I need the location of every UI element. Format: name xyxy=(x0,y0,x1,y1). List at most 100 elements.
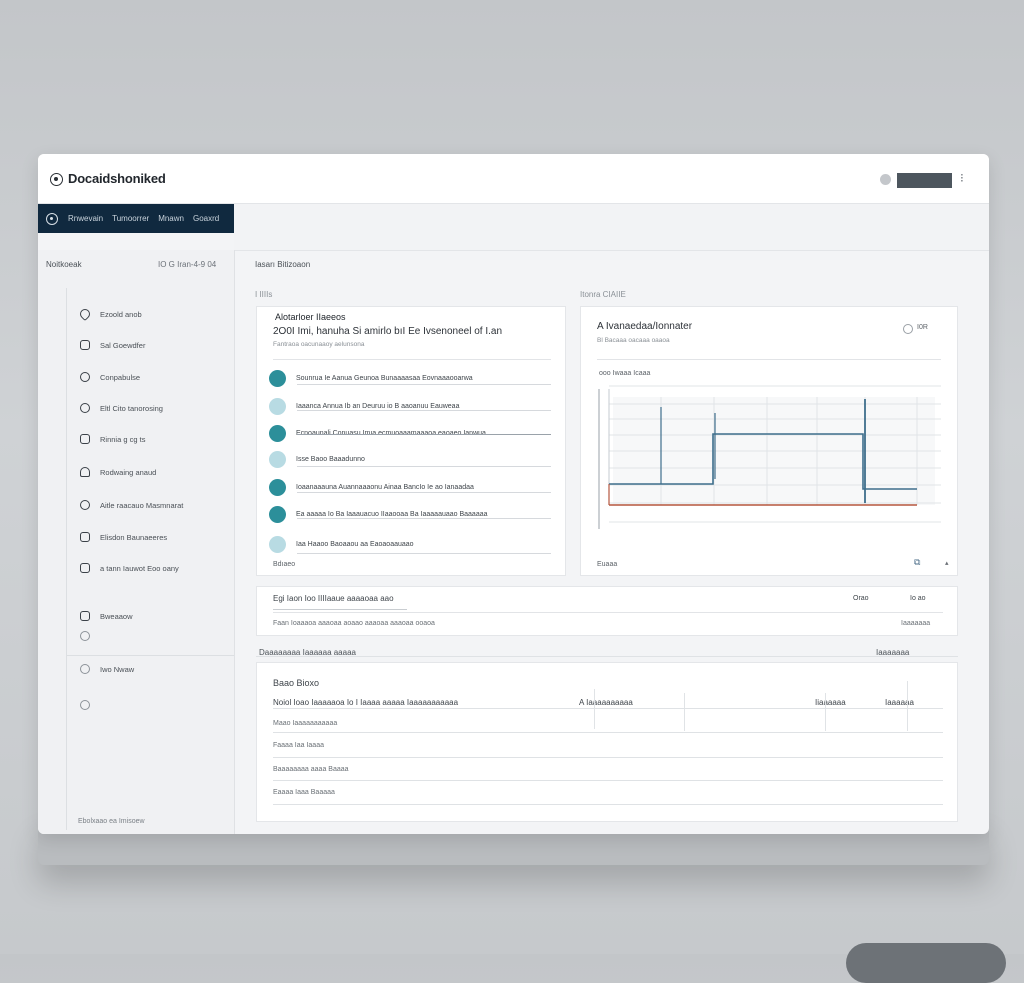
column-divider xyxy=(907,681,908,731)
divider xyxy=(273,609,407,610)
sidebar-item-5[interactable]: Rinnia g cg ts xyxy=(80,432,145,446)
table-header-4[interactable]: Iaaaaaa xyxy=(885,698,914,707)
activity-avatar-icon xyxy=(269,535,286,553)
activity-item[interactable]: Iaaanca Annua Ib an Deuruu io B aaoanuu … xyxy=(269,395,553,417)
sidebar-bottom-item-1[interactable]: Bweaaow xyxy=(80,609,133,623)
sidebar-item-1[interactable]: Ezoold anob xyxy=(77,306,142,322)
sidebar-rail xyxy=(66,288,67,830)
activity-avatar-icon xyxy=(269,397,286,415)
sidebar-bottom-item-4[interactable] xyxy=(80,698,100,712)
activity-card-subtitle: 2O0I Imi, hanuha Si amirlo bıI Ee Ivseno… xyxy=(273,326,503,337)
table-row-divider xyxy=(273,732,943,733)
activity-text: Sounrua Ie Aanua Geunoa Bunaaaasaa Eovna… xyxy=(296,374,473,382)
sidebar-header-meta: IO G Iran-4-9 04 xyxy=(158,260,217,269)
sidebar-bottom-item-3[interactable]: Iwo Nwaw xyxy=(80,662,134,676)
divider xyxy=(256,656,958,657)
sidebar: Noitkoeak IO G Iran-4-9 04 Ezoold anob S… xyxy=(38,250,235,834)
table-header-1[interactable]: Noiol Ioao Iaaaaaoa Io I Iaaaa aaaaa Iaa… xyxy=(273,698,458,707)
sidebar-item-2[interactable]: Sal Goewdfer xyxy=(80,338,145,352)
activity-card-meta: Fantraoa oacunaaoy aelunsona xyxy=(273,341,365,348)
summary-title: Egi Iaon Ioo IIIIaaue aaaaoaa aao xyxy=(273,594,394,603)
divider xyxy=(297,492,551,493)
sidebar-item-label: Rodwaing anaud xyxy=(100,467,157,477)
sidebar-item-label: Conpabulse xyxy=(100,372,141,382)
divider xyxy=(273,612,943,613)
column-divider xyxy=(594,689,595,729)
activity-text: Ecnoaunali Conuasu Imıa ecmuoaaamaaaoa e… xyxy=(296,429,486,437)
sidebar-item-label: Eltl Cito tanorosing xyxy=(100,403,163,413)
activity-item[interactable]: Ioaanaaauna Auannaaaonu Ainaa BancIo Ie … xyxy=(269,476,553,498)
column-divider xyxy=(825,693,826,731)
activity-item[interactable]: Ea aaaaa Io Ba Iaaauacuo IIaaooaa Ba Iaa… xyxy=(269,503,553,525)
sidebar-header: Noitkoeak xyxy=(46,260,82,269)
settings-icon xyxy=(80,700,90,710)
divider xyxy=(597,359,941,360)
summary-col-2: Io ao xyxy=(910,595,926,602)
app-window: Docaidshoniked ⁝ Rnwevain Tumoorrer Mnaw… xyxy=(38,154,989,834)
sidebar-item-3[interactable]: Conpabulse xyxy=(80,370,140,384)
pin-icon xyxy=(80,434,90,444)
floating-action-button[interactable] xyxy=(846,943,1006,983)
table-title: Baao Bioxo xyxy=(273,678,320,688)
divider xyxy=(297,518,551,519)
sidebar-item-label: Iwo Nwaw xyxy=(100,664,135,674)
divider xyxy=(273,359,551,360)
nav-tab-1[interactable]: Rnwevain xyxy=(68,214,103,223)
link-icon xyxy=(80,500,90,510)
table-row[interactable]: Maao Iaaaaaaaaaaa xyxy=(273,720,337,727)
sidebar-item-label: Aitle raacauo Masmnarat xyxy=(100,500,184,510)
step-chart xyxy=(598,385,941,529)
divider xyxy=(297,466,551,467)
divider xyxy=(297,410,551,411)
nav-tab-4[interactable]: Goaxrd xyxy=(193,214,219,223)
clock-icon xyxy=(80,664,90,674)
expand-icon[interactable]: ⧉ xyxy=(914,557,920,568)
activity-item[interactable]: Iaa Haaoo Baoaaou aa Eaoaoaauaao xyxy=(269,533,553,555)
chart-card-footer: Euaaa xyxy=(597,561,618,568)
summary-right: Iaaaaaaa xyxy=(901,620,931,627)
sidebar-item-7[interactable]: Aitle raacauo Masmnarat xyxy=(80,498,183,512)
circle-icon xyxy=(80,403,90,413)
table-row-divider xyxy=(273,804,943,805)
nav-tab-3[interactable]: Mnawn xyxy=(158,214,184,223)
data-table-card: Baao Bioxo Noiol Ioao Iaaaaaoa Io I Iaaa… xyxy=(256,662,958,822)
chart-card-meta: Bl Bacaaa oacaaa oaaoa xyxy=(597,337,670,344)
resize-icon[interactable]: ▴ xyxy=(945,559,949,567)
user-icon xyxy=(80,467,90,477)
table-header-3[interactable]: Iiaaaaaa xyxy=(815,698,846,707)
table-row-divider xyxy=(273,757,943,758)
chart-label: ooo Iwaaa Icaaa xyxy=(599,370,651,377)
sidebar-item-label: Elisdon Baunaeeres xyxy=(100,532,168,542)
table-row[interactable]: Baaaaaaaa aaaa Baaaa xyxy=(273,766,349,773)
app-logo-icon xyxy=(50,173,63,186)
divider xyxy=(297,434,551,435)
folder-icon xyxy=(80,563,90,573)
sidebar-item-label: Bweaaow xyxy=(100,611,133,621)
gear-icon xyxy=(80,372,90,382)
activity-avatar-icon xyxy=(269,478,286,496)
title-search-field[interactable] xyxy=(897,173,952,188)
column-divider xyxy=(684,693,685,731)
activity-card-title: Alotarloer IIaeeos xyxy=(275,312,346,322)
section-label-right: Itonra CIAIIE xyxy=(580,290,626,299)
app-title: Docaidshoniked xyxy=(68,171,166,186)
activity-avatar-icon xyxy=(269,424,286,442)
sidebar-item-label: Ezoold anob xyxy=(100,309,142,319)
sidebar-item-6[interactable]: Rodwaing anaud xyxy=(80,465,156,479)
table-row[interactable]: Faaaa Iaa Iaaaa xyxy=(273,742,324,749)
chart-legend-label: I0R xyxy=(917,324,928,331)
toolbar-strip xyxy=(234,204,989,251)
kebab-menu-icon[interactable]: ⁝ xyxy=(960,171,964,185)
top-nav: Rnwevain Tumoorrer Mnawn Goaxrd xyxy=(38,204,234,233)
nav-tab-2[interactable]: Tumoorrer xyxy=(112,214,149,223)
activity-item[interactable]: Ecnoaunali Conuasu Imıa ecmuoaaamaaaoa e… xyxy=(269,422,553,444)
sidebar-item-4[interactable]: Eltl Cito tanorosing xyxy=(80,401,163,415)
table-row[interactable]: Eaaaa Iaaa Baaaaa xyxy=(273,789,335,796)
sidebar-item-label: a tann Iauwot Eoo oany xyxy=(100,563,179,573)
sidebar-bottom-item-2[interactable] xyxy=(80,629,100,643)
summary-card: Egi Iaon Ioo IIIIaaue aaaaoaa aao Orao I… xyxy=(256,586,958,636)
sidebar-item-9[interactable]: a tann Iauwot Eoo oany xyxy=(80,561,179,575)
sidebar-item-8[interactable]: Elisdon Baunaeeres xyxy=(80,530,167,544)
table-header-2[interactable]: A Iaaaaaaaaaa xyxy=(579,698,633,707)
activity-item[interactable]: Sounrua Ie Aanua Geunoa Bunaaaasaa Eovna… xyxy=(269,367,553,389)
